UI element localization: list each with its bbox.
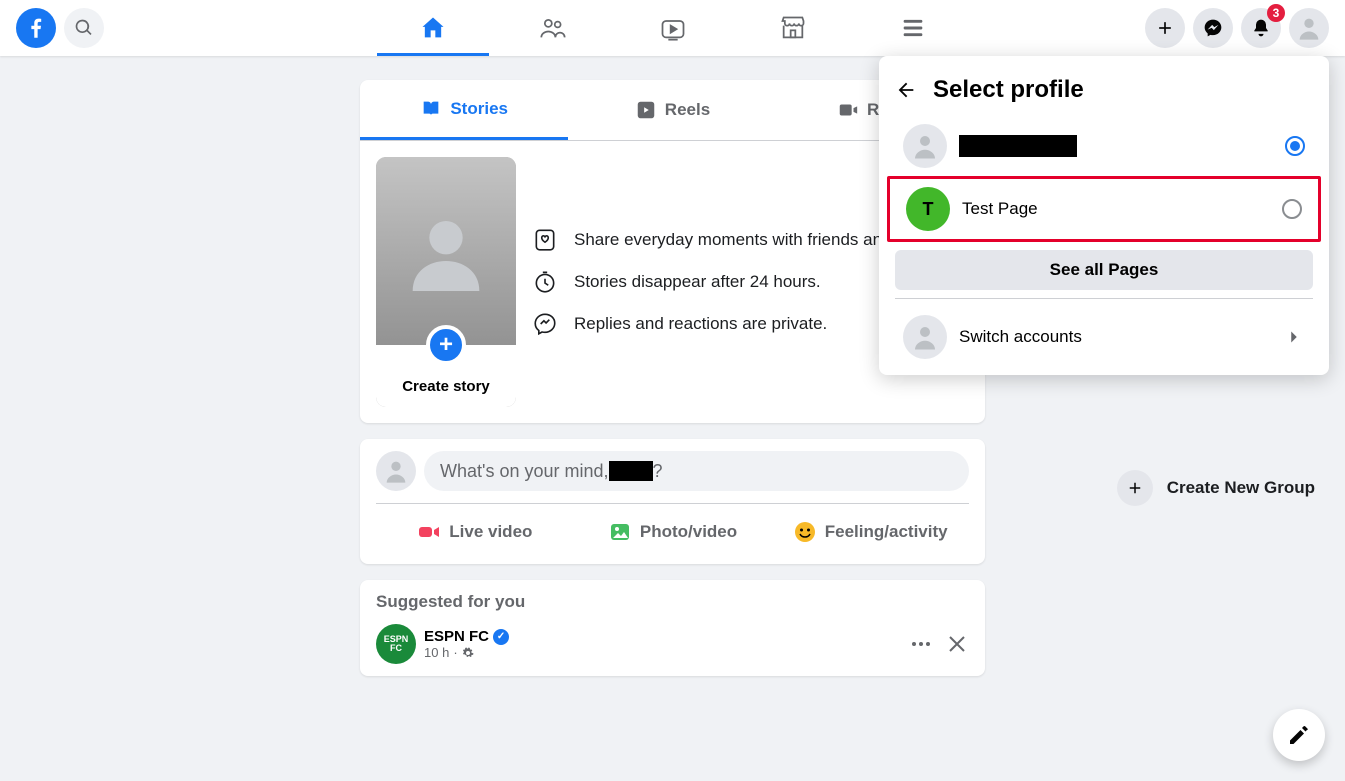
- profile-name-hidden: [959, 135, 1273, 157]
- search-button[interactable]: [64, 8, 104, 48]
- tab-reels-label: Reels: [665, 100, 710, 120]
- post-close-button[interactable]: [945, 632, 969, 656]
- profile-option-personal[interactable]: [887, 116, 1321, 176]
- create-group-label: Create New Group: [1167, 478, 1315, 498]
- smiley-icon: [793, 520, 817, 544]
- select-profile-dropdown: Select profile T Test Page See all Pages…: [879, 56, 1329, 375]
- nav-watch[interactable]: [617, 0, 729, 56]
- profile-option-test-page[interactable]: T Test Page: [887, 176, 1321, 242]
- composer-placeholder-prefix: What's on your mind,: [440, 461, 609, 482]
- plus-icon: [1117, 470, 1153, 506]
- plus-icon: +: [426, 325, 466, 365]
- chevron-right-icon: [1283, 326, 1305, 348]
- switch-label: Switch accounts: [959, 327, 1271, 347]
- story-info-text: Stories disappear after 24 hours.: [574, 272, 821, 292]
- post-time: 10 h ·: [424, 645, 901, 660]
- reels-icon: [635, 99, 657, 121]
- edit-icon: [1287, 723, 1311, 747]
- radio-unselected[interactable]: [1282, 199, 1302, 219]
- nav-friends[interactable]: [497, 0, 609, 56]
- post-more-button[interactable]: [909, 632, 933, 656]
- compose-fab[interactable]: [1273, 709, 1325, 761]
- redacted-text: [609, 461, 653, 481]
- dots-icon: [909, 632, 933, 656]
- composer-placeholder-suffix: ?: [653, 461, 663, 482]
- see-all-pages-button[interactable]: See all Pages: [895, 250, 1313, 290]
- feeling-button[interactable]: Feeling/activity: [771, 512, 969, 552]
- clock-icon: [532, 269, 558, 295]
- verified-badge-icon: ✓: [493, 629, 509, 645]
- live-icon: [417, 520, 441, 544]
- tab-stories-label: Stories: [450, 99, 508, 119]
- switch-accounts-button[interactable]: Switch accounts: [887, 307, 1321, 367]
- video-icon: [837, 99, 859, 121]
- create-story-card[interactable]: + Create story: [376, 157, 516, 407]
- create-button[interactable]: [1145, 8, 1185, 48]
- composer-input[interactable]: What's on your mind, ?: [424, 451, 969, 491]
- post-name-label: ESPN FC: [424, 628, 489, 645]
- post-author[interactable]: ESPN FC ✓: [424, 628, 901, 645]
- heart-card-icon: [532, 227, 558, 253]
- profile-avatar: [903, 124, 947, 168]
- user-avatar[interactable]: [376, 451, 416, 491]
- create-story-label: Create story: [402, 378, 490, 395]
- tab-reels[interactable]: Reels: [568, 80, 776, 140]
- feeling-label: Feeling/activity: [825, 522, 948, 542]
- close-icon: [945, 632, 969, 656]
- post-avatar[interactable]: ESPNFC: [376, 624, 416, 664]
- nav-marketplace[interactable]: [737, 0, 849, 56]
- nav-home[interactable]: [377, 0, 489, 56]
- live-label: Live video: [449, 522, 532, 542]
- dropdown-title: Select profile: [933, 76, 1084, 104]
- page-name: Test Page: [962, 199, 1270, 219]
- live-video-button[interactable]: Live video: [376, 512, 574, 552]
- gear-icon: [462, 647, 474, 659]
- back-button[interactable]: [895, 79, 917, 101]
- photo-icon: [608, 520, 632, 544]
- nav-menu[interactable]: [857, 0, 969, 56]
- create-group-button[interactable]: Create New Group: [1117, 470, 1315, 506]
- account-button[interactable]: [1289, 8, 1329, 48]
- person-icon: [406, 211, 486, 291]
- tab-stories[interactable]: Stories: [360, 80, 568, 140]
- photo-label: Photo/video: [640, 522, 737, 542]
- page-avatar: T: [906, 187, 950, 231]
- avatar-text: ESPNFC: [384, 635, 409, 653]
- suggested-title: Suggested for you: [376, 592, 969, 612]
- facebook-logo[interactable]: [16, 8, 56, 48]
- story-info-text: Replies and reactions are private.: [574, 314, 827, 334]
- radio-selected[interactable]: [1285, 136, 1305, 156]
- messenger-button[interactable]: [1193, 8, 1233, 48]
- notifications-button[interactable]: 3: [1241, 8, 1281, 48]
- messenger-icon: [532, 311, 558, 337]
- book-icon: [420, 98, 442, 120]
- profile-avatar: [903, 315, 947, 359]
- arrow-left-icon: [895, 79, 917, 101]
- notification-badge: 3: [1267, 4, 1285, 22]
- photo-video-button[interactable]: Photo/video: [574, 512, 772, 552]
